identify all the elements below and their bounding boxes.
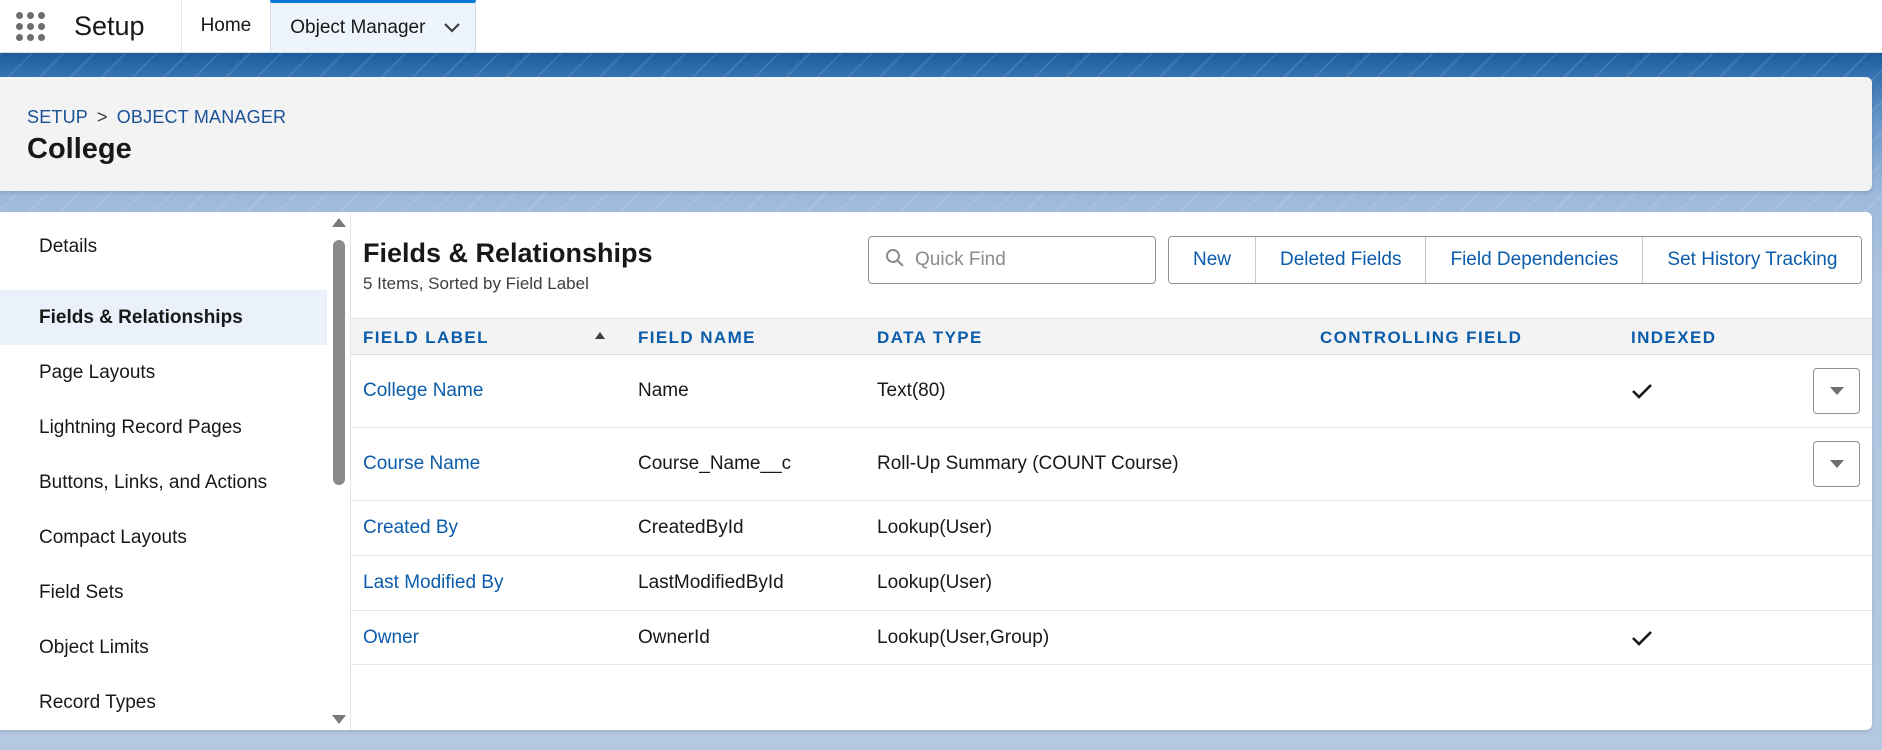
sidebar-item-label: Buttons, Links, and Actions xyxy=(39,471,268,493)
sidebar-item-label: Lightning Record Pages xyxy=(39,416,242,438)
set-history-tracking-button[interactable]: Set History Tracking xyxy=(1642,237,1862,283)
data-type: Roll-Up Summary (COUNT Course) xyxy=(877,453,1179,474)
page-title: College xyxy=(27,133,132,165)
column-header-field-name[interactable]: FIELD NAME xyxy=(638,319,756,356)
sidebar-scrollbar[interactable] xyxy=(327,212,351,730)
main-panel: Details Fields & Relationships Page Layo… xyxy=(0,212,1872,730)
sidebar-item-label: Object Limits xyxy=(39,636,149,658)
tab-object-manager[interactable]: Object Manager xyxy=(270,0,477,52)
table-row: Owner OwnerId Lookup(User,Group) xyxy=(351,611,1872,665)
sidebar-item-fields-relationships[interactable]: Fields & Relationships xyxy=(0,290,327,345)
data-type: Lookup(User) xyxy=(877,572,993,593)
row-actions-button[interactable] xyxy=(1813,368,1860,414)
field-name: Name xyxy=(638,380,689,401)
column-header-controlling-field[interactable]: CONTROLLING FIELD xyxy=(1320,319,1522,356)
quick-find-input[interactable] xyxy=(915,249,1145,271)
sidebar-item-object-limits[interactable]: Object Limits xyxy=(0,620,327,675)
sidebar-item-label: Compact Layouts xyxy=(39,526,187,548)
scroll-thumb[interactable] xyxy=(333,240,345,485)
column-header-indexed[interactable]: INDEXED xyxy=(1631,319,1716,356)
table-row: Last Modified By LastModifiedById Lookup… xyxy=(351,556,1872,611)
down-triangle-icon xyxy=(1829,460,1844,468)
field-name: Course_Name__c xyxy=(638,453,792,474)
table-header: FIELD LABEL FIELD NAME DATA TYPE CONTROL… xyxy=(351,318,1872,355)
tab-home-label: Home xyxy=(200,15,252,36)
sidebar-item-details[interactable]: Details xyxy=(0,219,327,274)
search-icon xyxy=(885,248,905,273)
row-actions-button[interactable] xyxy=(1813,441,1860,487)
quick-find-box[interactable] xyxy=(868,236,1156,284)
data-type: Text(80) xyxy=(877,380,946,401)
new-button[interactable]: New xyxy=(1169,237,1256,283)
table-row: Course Name Course_Name__c Roll-Up Summa… xyxy=(351,428,1872,501)
sidebar-item-label: Record Types xyxy=(39,691,156,713)
breadcrumb: SETUP > OBJECT MANAGER xyxy=(27,107,286,128)
fields-content: Fields & Relationships 5 Items, Sorted b… xyxy=(351,212,1872,730)
field-label-link[interactable]: Last Modified By xyxy=(363,556,503,610)
sidebar-item-label: Field Sets xyxy=(39,581,124,603)
table-row: College Name Name Text(80) xyxy=(351,355,1872,428)
field-label-link[interactable]: Course Name xyxy=(363,428,480,500)
column-header-data-type[interactable]: DATA TYPE xyxy=(877,319,983,356)
sort-ascending-icon[interactable] xyxy=(595,332,605,339)
section-title: Fields & Relationships xyxy=(363,238,653,268)
field-label-link[interactable]: Created By xyxy=(363,501,458,555)
scroll-down-arrow-icon[interactable] xyxy=(332,715,346,724)
field-dependencies-button[interactable]: Field Dependencies xyxy=(1425,237,1643,283)
checkmark-icon xyxy=(1631,611,1653,664)
sidebar-item-label: Details xyxy=(39,235,98,257)
object-header: SETUP > OBJECT MANAGER College xyxy=(0,77,1872,191)
scroll-up-arrow-icon[interactable] xyxy=(332,218,346,227)
tab-home[interactable]: Home xyxy=(180,0,271,52)
sidebar-item-label: Fields & Relationships xyxy=(39,306,243,328)
global-nav-bar: Setup Home Object Manager xyxy=(0,0,1882,53)
field-name: OwnerId xyxy=(638,626,710,648)
sidebar-item-buttons-links-actions[interactable]: Buttons, Links, and Actions xyxy=(0,455,327,510)
checkmark-icon xyxy=(1631,355,1653,427)
table-row: Created By CreatedById Lookup(User) xyxy=(351,501,1872,556)
field-name: CreatedById xyxy=(638,517,744,538)
app-launcher-button[interactable] xyxy=(0,0,60,52)
sidebar-item-field-sets[interactable]: Field Sets xyxy=(0,565,327,620)
sidebar-item-lightning-record-pages[interactable]: Lightning Record Pages xyxy=(0,400,327,455)
sidebar-item-label: Page Layouts xyxy=(39,361,156,383)
item-count: 5 Items, Sorted by Field Label xyxy=(363,274,589,293)
sidebar-item-record-types[interactable]: Record Types xyxy=(0,675,327,730)
deleted-fields-button[interactable]: Deleted Fields xyxy=(1255,237,1426,283)
field-name: LastModifiedById xyxy=(638,572,784,593)
tab-object-manager-label: Object Manager xyxy=(290,16,426,38)
down-triangle-icon xyxy=(1829,387,1844,395)
app-name: Setup xyxy=(74,10,145,41)
field-label-link[interactable]: Owner xyxy=(363,611,419,664)
waffle-icon xyxy=(15,11,45,41)
breadcrumb-setup[interactable]: SETUP xyxy=(27,107,88,128)
data-type: Lookup(User,Group) xyxy=(877,626,1050,648)
sidebar-item-compact-layouts[interactable]: Compact Layouts xyxy=(0,510,327,565)
column-header-field-label[interactable]: FIELD LABEL xyxy=(363,319,489,356)
object-sidebar: Details Fields & Relationships Page Layo… xyxy=(0,212,327,730)
breadcrumb-separator: > xyxy=(97,107,108,127)
breadcrumb-object-manager[interactable]: OBJECT MANAGER xyxy=(117,107,287,128)
sidebar-item-page-layouts[interactable]: Page Layouts xyxy=(0,345,327,400)
action-button-group: New Deleted Fields Field Dependencies Se… xyxy=(1168,236,1863,284)
field-label-link[interactable]: College Name xyxy=(363,355,483,427)
data-type: Lookup(User) xyxy=(877,517,993,538)
chevron-down-icon[interactable] xyxy=(443,22,461,34)
